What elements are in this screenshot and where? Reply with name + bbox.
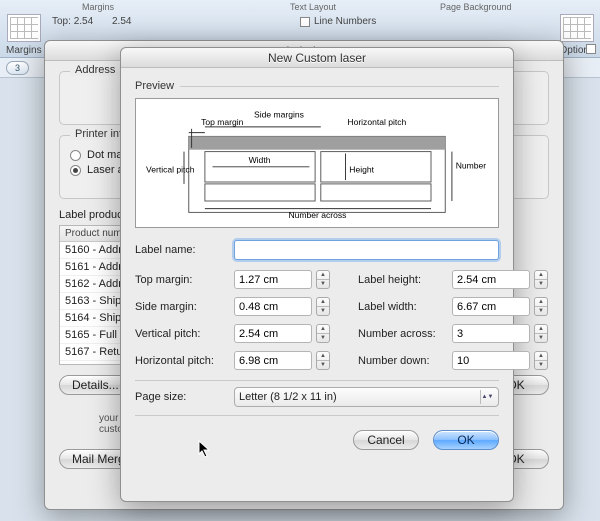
- radio-icon: [70, 150, 81, 161]
- top-margin-label: Top margin:: [135, 274, 230, 286]
- options-check-icon: [586, 44, 596, 54]
- top-margin-input[interactable]: [234, 270, 312, 289]
- label-width-input[interactable]: [452, 297, 530, 316]
- top-margin-stepper[interactable]: ▲▼: [316, 270, 330, 289]
- margins-icon: [7, 14, 41, 42]
- side-margin-input[interactable]: [234, 297, 312, 316]
- radio-icon: [70, 165, 81, 176]
- svg-text:Number across: Number across: [289, 210, 347, 220]
- svg-text:Side margins: Side margins: [254, 109, 304, 119]
- divider: [135, 415, 499, 416]
- number-across-stepper[interactable]: ▲▼: [534, 324, 548, 343]
- label-name-label: Label name:: [135, 244, 230, 256]
- label-name-input[interactable]: [234, 240, 499, 260]
- number-across-input[interactable]: [452, 324, 530, 343]
- label-preview-diagram: Width Height Top margin Side margins Hor…: [135, 98, 499, 228]
- line-numbers-checkbox[interactable]: [300, 17, 310, 27]
- label-width-label: Label width:: [358, 301, 448, 313]
- label-height-input[interactable]: [452, 270, 530, 289]
- label-height-stepper[interactable]: ▲▼: [534, 270, 548, 289]
- svg-text:Height: Height: [349, 165, 374, 175]
- ok-button[interactable]: OK: [433, 430, 499, 450]
- horizontal-pitch-label: Horizontal pitch:: [135, 355, 230, 367]
- svg-text:Vertical pitch: Vertical pitch: [146, 165, 195, 175]
- address-group-title: Address: [70, 64, 120, 76]
- bottom-margin-value: 2.54: [112, 16, 131, 27]
- label-width-stepper[interactable]: ▲▼: [534, 297, 548, 316]
- custom-titlebar: New Custom laser: [121, 48, 513, 68]
- top-margin-label: Top: 2.54: [52, 16, 93, 27]
- number-down-stepper[interactable]: ▲▼: [534, 351, 548, 370]
- margins-button[interactable]: Margins: [6, 14, 42, 56]
- options-button[interactable]: Options: [560, 14, 594, 56]
- ruler-left-pill[interactable]: 3: [6, 61, 29, 75]
- ribbon-group-text-layout: Text Layout: [290, 2, 336, 12]
- divider: [180, 86, 499, 87]
- divider: [135, 380, 499, 381]
- updown-icon: ▲▼: [480, 390, 494, 404]
- cancel-button[interactable]: Cancel: [353, 430, 419, 450]
- number-down-label: Number down:: [358, 355, 448, 367]
- vertical-pitch-label: Vertical pitch:: [135, 328, 230, 340]
- horizontal-pitch-stepper[interactable]: ▲▼: [316, 351, 330, 370]
- page-size-value: Letter (8 1/2 x 11 in): [239, 391, 337, 403]
- vertical-pitch-input[interactable]: [234, 324, 312, 343]
- cursor-icon: [198, 440, 212, 460]
- number-across-label: Number across:: [358, 328, 448, 340]
- page-size-select[interactable]: Letter (8 1/2 x 11 in) ▲▼: [234, 387, 499, 407]
- svg-text:Top margin: Top margin: [201, 117, 244, 127]
- preview-label: Preview: [135, 80, 174, 92]
- svg-text:Width: Width: [249, 155, 271, 165]
- margins-button-label: Margins: [6, 45, 42, 56]
- ribbon-group-margins: Margins: [82, 2, 114, 12]
- label-height-label: Label height:: [358, 274, 448, 286]
- new-custom-laser-dialog: New Custom laser Preview Width Height: [120, 47, 514, 502]
- svg-text:Horizontal pitch: Horizontal pitch: [347, 117, 406, 127]
- side-margin-stepper[interactable]: ▲▼: [316, 297, 330, 316]
- horizontal-pitch-input[interactable]: [234, 351, 312, 370]
- ribbon-group-page-bg: Page Background: [440, 2, 512, 12]
- top-margin-text: Top:: [52, 16, 71, 27]
- side-margin-label: Side margin:: [135, 301, 230, 313]
- number-down-input[interactable]: [452, 351, 530, 370]
- page-size-label: Page size:: [135, 391, 230, 403]
- top-margin-value: 2.54: [74, 16, 93, 27]
- vertical-pitch-stepper[interactable]: ▲▼: [316, 324, 330, 343]
- svg-text:Number down: Number down: [456, 161, 488, 171]
- options-icon: [560, 14, 594, 42]
- line-numbers-label: Line Numbers: [314, 16, 376, 27]
